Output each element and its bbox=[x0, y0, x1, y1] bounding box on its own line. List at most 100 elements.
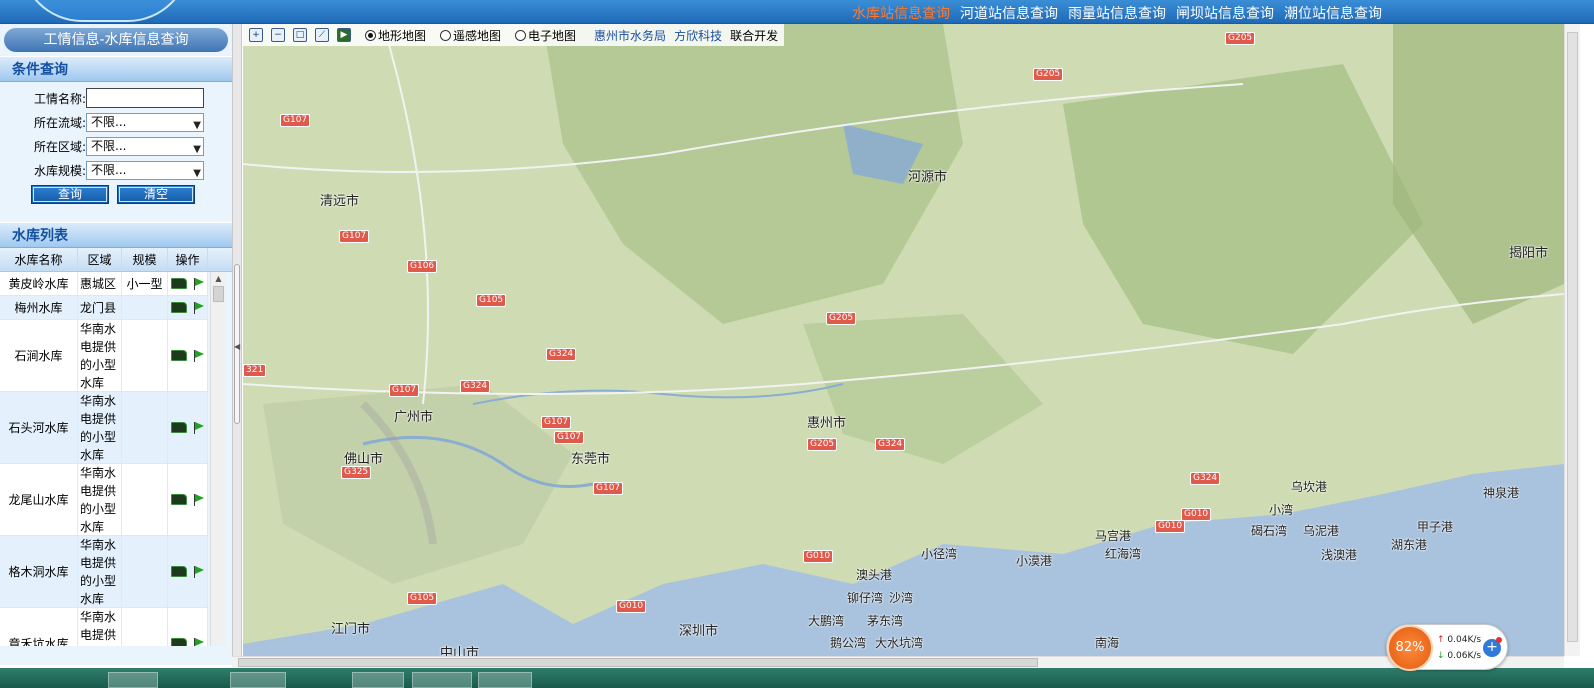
map-place-label: 东莞市 bbox=[571, 452, 611, 467]
map-place-label: 南海 bbox=[1095, 636, 1120, 650]
nav-reservoir-station[interactable]: 水库站信息查询 bbox=[852, 3, 950, 23]
radio-selected-icon bbox=[365, 29, 376, 41]
reservoir-scale bbox=[122, 392, 168, 463]
reservoir-name: 梅州水库 bbox=[0, 296, 78, 319]
map-road-shield: G010 bbox=[1181, 508, 1212, 521]
locate-icon[interactable] bbox=[170, 278, 187, 289]
reservoir-region: 华南水电提供的小型水库 bbox=[78, 392, 122, 463]
credit-fangxin[interactable]: 方欣科技 bbox=[674, 27, 722, 44]
logo bbox=[20, 0, 190, 22]
credit-water-bureau[interactable]: 惠州市水务局 bbox=[594, 27, 666, 44]
nav-tide-station[interactable]: 潮位站信息查询 bbox=[1284, 3, 1382, 23]
flag-icon[interactable] bbox=[193, 277, 205, 290]
zoom-in-icon[interactable]: + bbox=[249, 28, 263, 42]
column-header-scale: 规模 bbox=[122, 248, 168, 271]
page-scroll-thumb[interactable] bbox=[1567, 32, 1578, 642]
table-row[interactable]: 石涧水库 华南水电提供的小型水库 bbox=[0, 320, 208, 392]
reservoir-scale bbox=[122, 320, 168, 391]
flag-icon[interactable] bbox=[193, 301, 205, 314]
scroll-up-icon[interactable]: ▲ bbox=[211, 272, 226, 286]
map-road-shield: G324 bbox=[460, 380, 491, 393]
nav-rain-station[interactable]: 雨量站信息查询 bbox=[1068, 3, 1166, 23]
map-place-label: 鹅公湾 bbox=[830, 636, 867, 650]
layer-electronic[interactable]: 电子地图 bbox=[515, 27, 576, 44]
map-place-label: 湖东港 bbox=[1391, 538, 1428, 552]
reservoir-scale: 小一型 bbox=[122, 272, 168, 295]
table-row[interactable]: 梅州水库 龙门县 bbox=[0, 296, 208, 320]
collapse-arrow-icon[interactable]: ◀ bbox=[234, 342, 240, 351]
locate-icon[interactable] bbox=[170, 302, 187, 313]
taskbar-item[interactable] bbox=[352, 672, 404, 688]
panel-splitter[interactable]: ◀ bbox=[232, 24, 242, 665]
upload-speed: ↑ 0.04K/s bbox=[1437, 635, 1482, 645]
locate-icon[interactable] bbox=[170, 422, 187, 433]
layer-satellite[interactable]: 遥感地图 bbox=[440, 27, 501, 44]
layer-electronic-label: 电子地图 bbox=[528, 28, 577, 43]
locate-icon[interactable] bbox=[170, 566, 187, 577]
page-hscroll-thumb[interactable] bbox=[238, 658, 1038, 667]
flag-icon[interactable] bbox=[193, 565, 205, 578]
row-operations bbox=[168, 320, 208, 391]
basin-select[interactable]: 不限... ▼ bbox=[86, 112, 204, 132]
name-input[interactable] bbox=[86, 88, 204, 108]
scale-label: 水库规模: bbox=[33, 163, 86, 178]
map-place-label: 铆仔湾 bbox=[847, 591, 884, 605]
map-road-shield: G107 bbox=[389, 384, 420, 397]
map-place-label: 乌泥港 bbox=[1303, 524, 1340, 538]
map-place-label: 茅东湾 bbox=[867, 614, 904, 628]
locate-icon[interactable] bbox=[170, 350, 187, 361]
flag-icon[interactable] bbox=[193, 421, 205, 434]
reservoir-region: 惠城区 bbox=[78, 272, 122, 295]
map-place-label: 沙湾 bbox=[889, 591, 914, 605]
table-row[interactable]: 格木洞水库 华南水电提供的小型水库 bbox=[0, 536, 208, 608]
page-horizontal-scrollbar[interactable] bbox=[232, 656, 1564, 668]
network-speed-widget[interactable]: 82% ↑ 0.04K/s ↓ 0.06K/s + bbox=[1386, 624, 1508, 671]
reservoir-region: 华南水电提供的小型水库 bbox=[78, 536, 122, 607]
map-road-shield: G107 bbox=[593, 482, 624, 495]
reservoir-scale bbox=[122, 536, 168, 607]
full-extent-icon[interactable]: □ bbox=[293, 28, 307, 42]
flag-icon[interactable] bbox=[193, 349, 205, 362]
taskbar-item[interactable] bbox=[412, 672, 472, 688]
pan-icon[interactable]: ▶ bbox=[337, 28, 351, 42]
table-body: 黄皮岭水库 惠城区 小一型 梅州水库 龙门县 石涧水库 华南水电提供的小型水库 石头河水库 华南… bbox=[0, 272, 208, 646]
query-button[interactable]: 查询 bbox=[31, 185, 109, 204]
column-header-ops: 操作 bbox=[168, 248, 208, 271]
nav-river-station[interactable]: 河道站信息查询 bbox=[960, 3, 1058, 23]
page-vertical-scrollbar[interactable] bbox=[1564, 24, 1580, 656]
nav-sluice-station[interactable]: 闸坝站信息查询 bbox=[1176, 3, 1274, 23]
map-view[interactable]: + − □ ⟋ ▶ 地形地图 遥感地图 电子地图 惠州市水务局 方欣科技 联合开… bbox=[243, 24, 1564, 656]
list-scrollbar[interactable]: ▲ bbox=[210, 272, 226, 646]
row-operations bbox=[168, 464, 208, 535]
table-row[interactable]: 龙尾山水库 华南水电提供的小型水库 bbox=[0, 464, 208, 536]
locate-icon[interactable] bbox=[170, 494, 187, 505]
taskbar-item[interactable] bbox=[230, 672, 286, 688]
table-row[interactable]: 章禾坑水库华南水电提供的小型水库 bbox=[0, 608, 208, 646]
taskbar-item[interactable] bbox=[108, 672, 158, 688]
reservoir-scale bbox=[122, 296, 168, 319]
measure-icon[interactable]: ⟋ bbox=[315, 28, 329, 42]
list-section-title: 水库列表 bbox=[0, 222, 232, 248]
clear-button[interactable]: 清空 bbox=[117, 185, 195, 204]
chevron-down-icon: ▼ bbox=[193, 119, 201, 131]
region-select[interactable]: 不限... ▼ bbox=[86, 136, 204, 156]
basin-select-value: 不限... bbox=[91, 114, 127, 129]
layer-terrain[interactable]: 地形地图 bbox=[365, 27, 426, 44]
scale-select[interactable]: 不限... ▼ bbox=[86, 160, 204, 180]
upload-speed-value: 0.04K/s bbox=[1447, 635, 1482, 645]
map-place-label: 小径湾 bbox=[921, 547, 958, 561]
reservoir-name: 石涧水库 bbox=[0, 320, 78, 391]
taskbar-item[interactable] bbox=[478, 672, 532, 688]
map-road-shield: G105 bbox=[407, 592, 438, 605]
flag-icon[interactable] bbox=[193, 637, 205, 646]
table-row[interactable]: 黄皮岭水库 惠城区 小一型 bbox=[0, 272, 208, 296]
download-speed-value: 0.06K/s bbox=[1447, 651, 1482, 661]
map-place-label: 大鹏湾 bbox=[808, 614, 845, 628]
map-road-shield: G325 bbox=[341, 466, 372, 479]
flag-icon[interactable] bbox=[193, 493, 205, 506]
locate-icon[interactable] bbox=[170, 638, 187, 646]
table-row[interactable]: 石头河水库 华南水电提供的小型水库 bbox=[0, 392, 208, 464]
scroll-thumb[interactable] bbox=[213, 286, 224, 302]
zoom-out-icon[interactable]: − bbox=[271, 28, 285, 42]
map-place-label: 澳头港 bbox=[856, 568, 893, 582]
